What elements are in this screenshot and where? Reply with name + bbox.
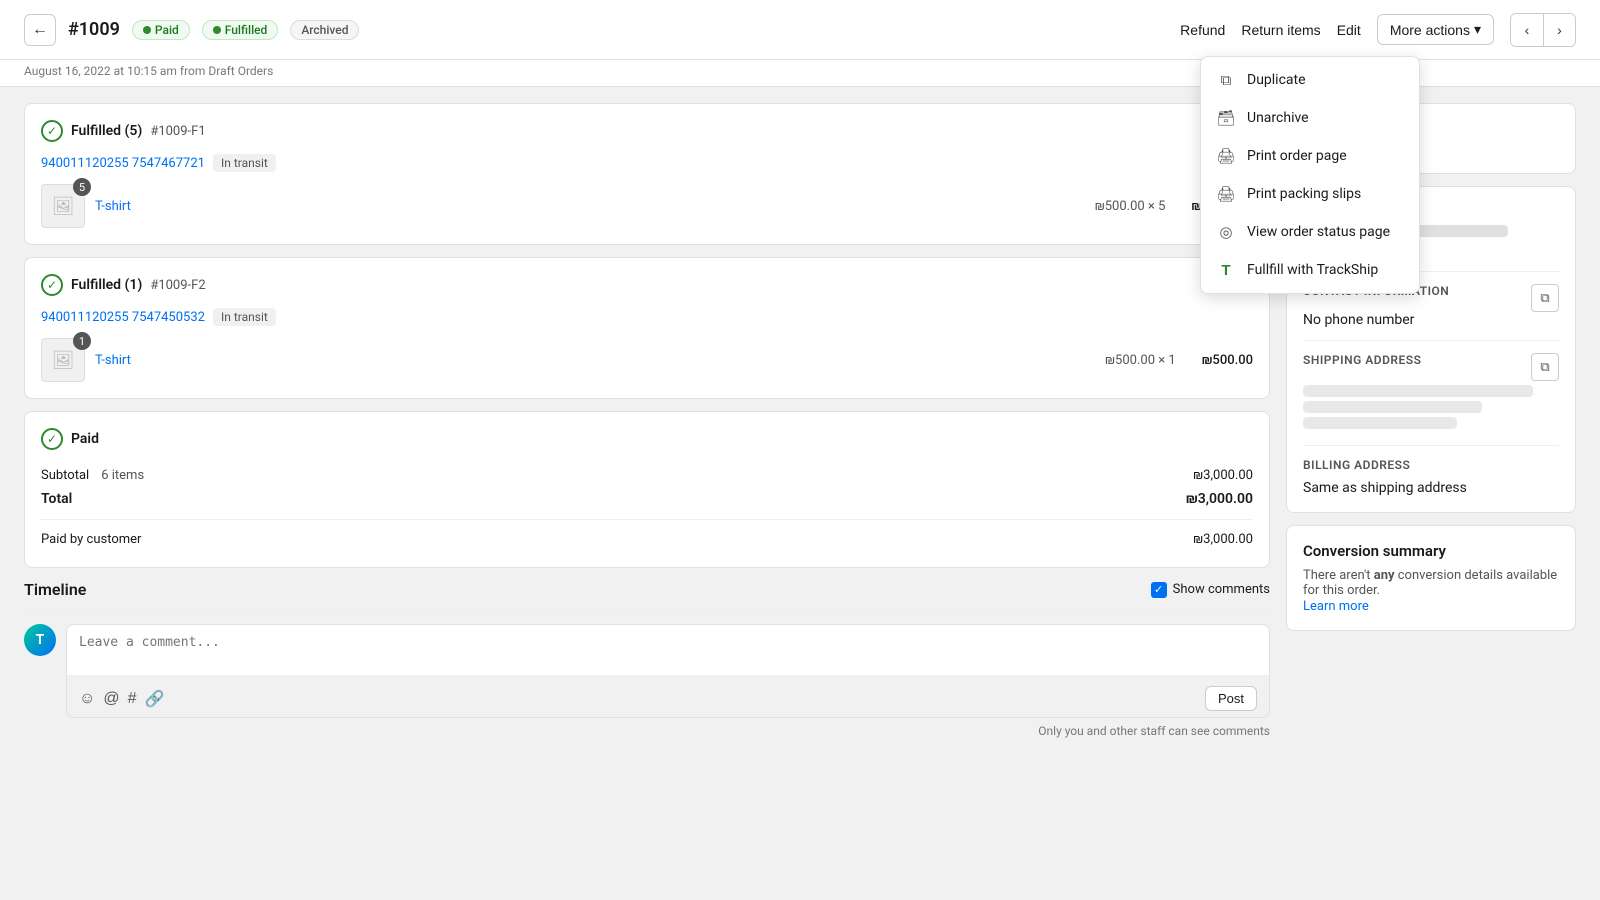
hashtag-button[interactable]: # xyxy=(128,690,137,708)
order-id: #1009 xyxy=(68,19,120,40)
print-packing-icon: 🖨 xyxy=(1217,185,1235,203)
show-comments-checkbox[interactable]: ✓ xyxy=(1151,582,1167,598)
no-phone-text: No phone number xyxy=(1303,312,1559,328)
return-items-button[interactable]: Return items xyxy=(1241,18,1320,42)
fulfillment-1-status-badge: In transit xyxy=(213,154,276,172)
header-actions: Refund Return items Edit More actions ▾ … xyxy=(1180,13,1576,47)
comment-note: Only you and other staff can see comment… xyxy=(24,724,1270,738)
trackship-icon: T xyxy=(1217,261,1235,279)
dropdown-item-view-status[interactable]: ◎ View order status page xyxy=(1201,213,1419,251)
subtotal-amount: ₪3,000.00 xyxy=(1193,468,1253,483)
fulfilled-dot xyxy=(213,26,221,34)
fulfillment-1-product-price: ₪500.00 × 5 xyxy=(1095,199,1166,214)
badge-paid: Paid xyxy=(132,20,190,40)
fulfillment-2-status-badge: In transit xyxy=(213,308,276,326)
link-button[interactable]: 🔗 xyxy=(145,689,165,709)
fulfillment-1-product-row: 🖼 5 T-shirt ₪500.00 × 5 ₪2,500.00 xyxy=(41,184,1253,228)
mention-button[interactable]: @ xyxy=(103,690,119,708)
fulfillment-2-tracking-link[interactable]: 940011120255 7547450532 xyxy=(41,310,205,325)
show-comments-wrap: ✓ Show comments xyxy=(1151,582,1270,598)
duplicate-icon: ⧉ xyxy=(1217,71,1235,89)
timeline-header: Timeline ✓ Show comments xyxy=(24,580,1270,599)
subtotal-row: Subtotal 6 items ₪3,000.00 xyxy=(41,464,1253,487)
more-actions-dropdown: ⧉ Duplicate 🗃 Unarchive 🖨 Print order pa… xyxy=(1200,56,1420,294)
paid-by-amount: ₪3,000.00 xyxy=(1193,532,1253,547)
conversion-title: Conversion summary xyxy=(1303,542,1559,560)
shipping-header-row: SHIPPING ADDRESS ⧉ xyxy=(1303,353,1559,381)
fulfillment-1-order-num: #1009-F1 xyxy=(150,124,205,139)
chevron-down-icon: ▾ xyxy=(1474,21,1481,38)
total-amount: ₪3,000.00 xyxy=(1186,491,1253,507)
payment-card: ✓ Paid Subtotal 6 items ₪3,000.00 Total … xyxy=(24,411,1270,568)
paid-dot xyxy=(143,26,151,34)
unarchive-icon: 🗃 xyxy=(1217,109,1235,127)
comment-toolbar: ☺ @ # 🔗 Post xyxy=(67,679,1269,717)
left-column: ✓ Fulfilled (5) #1009-F1 ••• 94001112025… xyxy=(24,103,1270,884)
fulfillment-1-product-link[interactable]: T-shirt xyxy=(95,199,131,214)
fulfillment-card-2: ✓ Fulfilled (1) #1009-F2 ••• 94001112025… xyxy=(24,257,1270,399)
fulfillment-2-product-img-wrap: 🖼 1 xyxy=(41,338,85,382)
timeline-title: Timeline xyxy=(24,580,86,599)
dropdown-item-unarchive[interactable]: 🗃 Unarchive xyxy=(1201,99,1419,137)
shipping-title: SHIPPING ADDRESS xyxy=(1303,353,1421,367)
back-button[interactable]: ← xyxy=(24,14,56,46)
badge-archived: Archived xyxy=(290,20,359,40)
fulfillment-1-title: Fulfilled (5) xyxy=(71,123,142,139)
paid-check-icon: ✓ xyxy=(41,428,63,450)
dropdown-item-print-order[interactable]: 🖨 Print order page xyxy=(1201,137,1419,175)
dropdown-item-print-packing[interactable]: 🖨 Print packing slips xyxy=(1201,175,1419,213)
badge-fulfilled: Fulfilled xyxy=(202,20,279,40)
more-actions-button[interactable]: More actions ▾ xyxy=(1377,14,1494,45)
fulfillment-1-tracking-row: 940011120255 7547467721 In transit xyxy=(41,154,1253,172)
fulfillment-card-1: ✓ Fulfilled (5) #1009-F1 ••• 94001112025… xyxy=(24,103,1270,245)
fulfillment-2-product-link[interactable]: T-shirt xyxy=(95,353,131,368)
billing-section: BILLING ADDRESS Same as shipping address xyxy=(1303,458,1559,496)
subtotal-label: Subtotal xyxy=(41,468,89,483)
fulfillment-2-qty-badge: 1 xyxy=(73,332,91,350)
fulfillment-2-tracking-row: 940011120255 7547450532 In transit xyxy=(41,308,1253,326)
fulfillment-2-product-row: 🖼 1 T-shirt ₪500.00 × 1 ₪500.00 xyxy=(41,338,1253,382)
user-avatar: T xyxy=(24,624,56,656)
fulfillment-1-product-img-wrap: 🖼 5 xyxy=(41,184,85,228)
show-comments-label: Show comments xyxy=(1173,582,1270,597)
shipping-copy-button[interactable]: ⧉ xyxy=(1531,353,1559,381)
refund-button[interactable]: Refund xyxy=(1180,18,1225,42)
paid-by-label: Paid by customer xyxy=(41,532,141,547)
conversion-card: Conversion summary There aren't any conv… xyxy=(1286,525,1576,631)
billing-same-as: Same as shipping address xyxy=(1303,480,1559,496)
fulfillment-2-product-total: ₪500.00 xyxy=(1202,353,1253,368)
shipping-section: SHIPPING ADDRESS ⧉ xyxy=(1303,353,1559,446)
fulfillment-1-tracking-link[interactable]: 940011120255 7547467721 xyxy=(41,156,205,171)
print-order-icon: 🖨 xyxy=(1217,147,1235,165)
top-header: ← #1009 Paid Fulfilled Archived Refund R… xyxy=(0,0,1600,60)
total-row: Total ₪3,000.00 xyxy=(41,487,1253,511)
view-status-icon: ◎ xyxy=(1217,223,1235,241)
dropdown-item-trackship[interactable]: T Fullfill with TrackShip xyxy=(1201,251,1419,289)
contact-copy-button[interactable]: ⧉ xyxy=(1531,284,1559,312)
paid-by-row: Paid by customer ₪3,000.00 xyxy=(41,528,1253,551)
fulfillment-2-order-num: #1009-F2 xyxy=(150,278,205,293)
post-button[interactable]: Post xyxy=(1205,686,1257,711)
fulfillment-2-title: Fulfilled (1) xyxy=(71,277,142,293)
conversion-text: There aren't any conversion details avai… xyxy=(1303,568,1559,598)
subtotal-items: 6 items xyxy=(101,468,144,483)
nav-arrows: ‹ › xyxy=(1510,13,1576,47)
comment-input[interactable] xyxy=(67,625,1269,675)
payment-title: Paid xyxy=(71,431,99,447)
total-label: Total xyxy=(41,491,72,507)
fulfillment-2-product-price: ₪500.00 × 1 xyxy=(1105,353,1176,368)
dropdown-item-duplicate[interactable]: ⧉ Duplicate xyxy=(1201,61,1419,99)
fulfillment-1-qty-badge: 5 xyxy=(73,178,91,196)
prev-order-button[interactable]: ‹ xyxy=(1511,14,1543,46)
comment-box: ☺ @ # 🔗 Post xyxy=(66,624,1270,718)
comment-area: T ☺ @ # 🔗 Post xyxy=(24,624,1270,718)
emoji-button[interactable]: ☺ xyxy=(79,690,95,708)
timeline-section: Timeline ✓ Show comments T ☺ @ # xyxy=(24,580,1270,738)
next-order-button[interactable]: › xyxy=(1543,14,1575,46)
learn-more-link[interactable]: Learn more xyxy=(1303,599,1369,614)
billing-title: BILLING ADDRESS xyxy=(1303,458,1559,472)
edit-button[interactable]: Edit xyxy=(1337,18,1361,42)
fulfilled-check-icon-1: ✓ xyxy=(41,120,63,142)
fulfilled-check-icon-2: ✓ xyxy=(41,274,63,296)
